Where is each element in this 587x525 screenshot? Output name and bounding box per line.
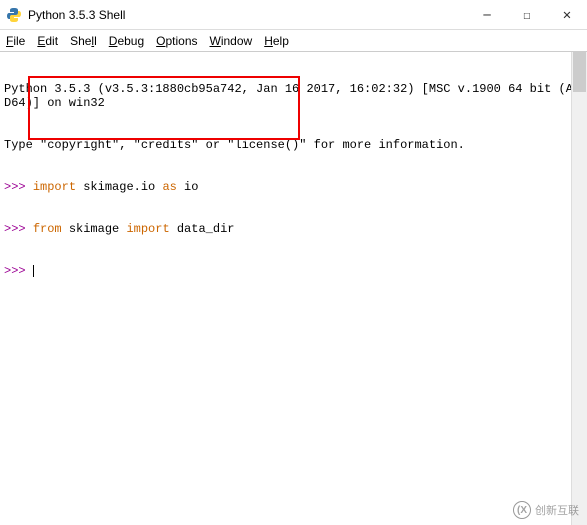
minimize-button[interactable]: ─: [467, 0, 507, 29]
banner-line: Python 3.5.3 (v3.5.3:1880cb95a742, Jan 1…: [4, 82, 583, 110]
watermark-text: 创新互联: [535, 502, 579, 518]
watermark: (X 创新互联: [513, 501, 579, 519]
python-icon: [6, 7, 22, 23]
prompt: >>>: [4, 264, 26, 278]
titlebar: Python 3.5.3 Shell ─ ☐ ✕: [0, 0, 587, 30]
menu-shell[interactable]: Shell: [70, 34, 97, 48]
menu-window[interactable]: Window: [210, 34, 253, 48]
maximize-button[interactable]: ☐: [507, 0, 547, 29]
shell-editor[interactable]: Python 3.5.3 (v3.5.3:1880cb95a742, Jan 1…: [0, 52, 587, 525]
window-title: Python 3.5.3 Shell: [28, 8, 467, 22]
prompt-line: >>>: [4, 264, 583, 278]
menu-file[interactable]: File: [6, 34, 25, 48]
window-controls: ─ ☐ ✕: [467, 0, 587, 29]
keyword-from: from: [33, 222, 62, 236]
prompt: >>>: [4, 180, 26, 194]
code-line: >>> import skimage.io as io: [4, 180, 583, 194]
banner-line: Type "copyright", "credits" or "license(…: [4, 138, 583, 152]
prompt: >>>: [4, 222, 26, 236]
menu-edit[interactable]: Edit: [37, 34, 58, 48]
close-button[interactable]: ✕: [547, 0, 587, 29]
watermark-logo: (X: [513, 501, 531, 519]
menu-options[interactable]: Options: [156, 34, 197, 48]
keyword-import: import: [126, 222, 169, 236]
menubar: File Edit Shell Debug Options Window Hel…: [0, 30, 587, 52]
code-line: >>> from skimage import data_dir: [4, 222, 583, 236]
menu-debug[interactable]: Debug: [109, 34, 144, 48]
scroll-thumb[interactable]: [573, 52, 586, 92]
keyword-import: import: [33, 180, 76, 194]
menu-help[interactable]: Help: [264, 34, 289, 48]
text-caret: [33, 265, 34, 277]
vertical-scrollbar[interactable]: [571, 52, 587, 525]
keyword-as: as: [162, 180, 176, 194]
